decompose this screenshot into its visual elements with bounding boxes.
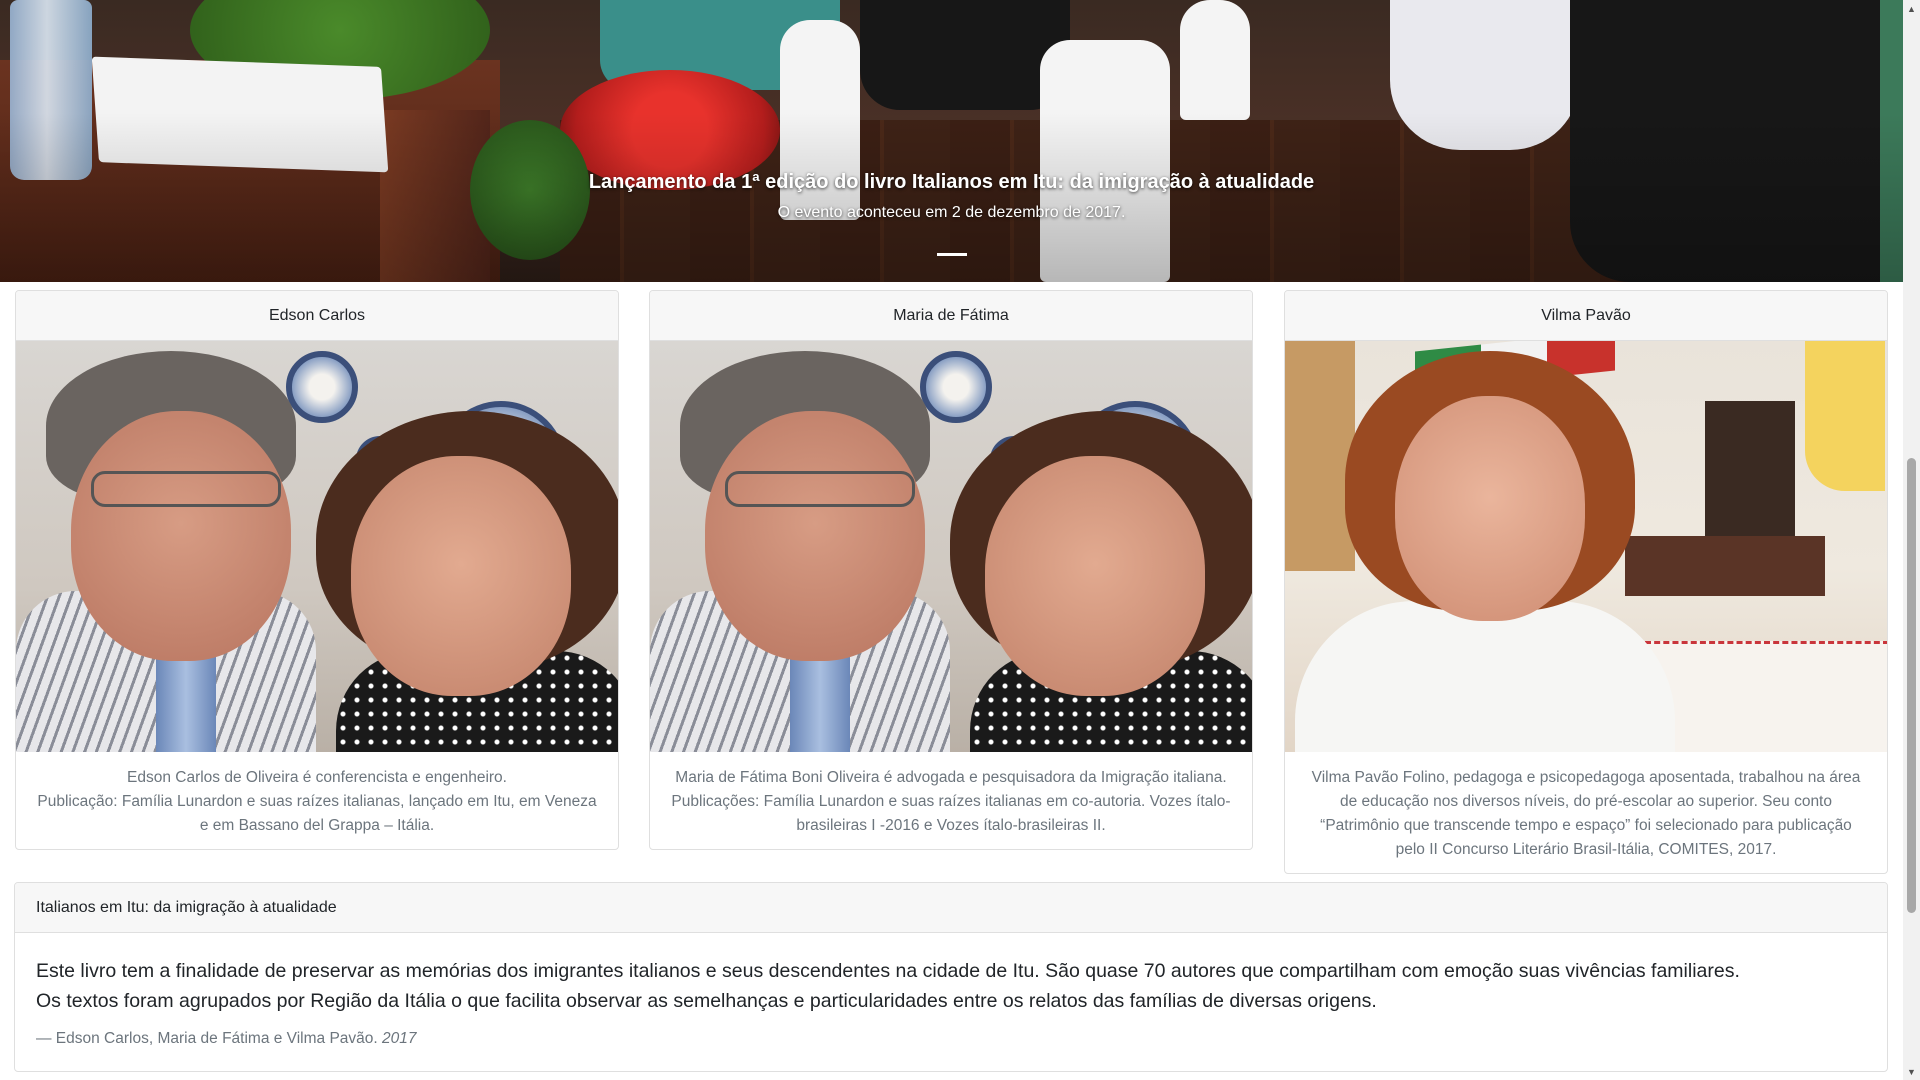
book-quote: Este livro tem a finalidade de preservar…: [36, 956, 1866, 1016]
book-card-header: Italianos em Itu: da imigração à atualid…: [15, 883, 1887, 933]
card-header: Edson Carlos: [16, 291, 618, 341]
author-bio: Edson Carlos de Oliveira é conferencista…: [16, 752, 618, 849]
carousel-caption-subtitle: O evento aconteceu em 2 de dezembro de 2…: [777, 204, 1126, 221]
book-card-body: Este livro tem a finalidade de preservar…: [15, 933, 1887, 1048]
author-bio: Vilma Pavão Folino, pedagoga e psicopeda…: [1285, 752, 1887, 873]
carousel-indicator[interactable]: [937, 253, 967, 256]
card-header: Vilma Pavão: [1285, 291, 1887, 341]
scroll-down-arrow-icon[interactable]: ▼: [1903, 1063, 1920, 1080]
page-scrollbar[interactable]: ▲ ▼: [1903, 0, 1920, 1080]
author-card-vilma: Vilma Pavão Vilma Pavão Folino, pedagoga…: [1284, 290, 1888, 874]
author-bio-line: “Patrimônio que transcende tempo e espaç…: [1320, 817, 1852, 834]
author-bio: Maria de Fátima Boni Oliveira é advogada…: [650, 752, 1252, 849]
book-card: Italianos em Itu: da imigração à atualid…: [14, 882, 1888, 1072]
author-bio-line: Vilma Pavão Folino, pedagoga e psicopeda…: [1311, 769, 1861, 786]
book-quote-attribution: — Edson Carlos, Maria de Fátima e Vilma …: [36, 1030, 378, 1047]
author-bio-line: Edson Carlos de Oliveira é conferencista…: [127, 769, 507, 786]
book-quote-footer: — Edson Carlos, Maria de Fátima e Vilma …: [36, 1030, 1866, 1048]
hero-carousel[interactable]: Lançamento da 1ª edição do livro Italian…: [0, 0, 1903, 282]
carousel-overlay: [0, 0, 1903, 282]
book-quote-line: Os textos foram agrupados por Região da …: [36, 990, 1377, 1012]
author-card-edson: Edson Carlos Edson Carlos de Oliveira é …: [15, 290, 619, 850]
carousel-caption-title: Lançamento da 1ª edição do livro Italian…: [588, 171, 1315, 193]
book-quote-line: Este livro tem a finalidade de preservar…: [36, 960, 1740, 982]
author-photo: [650, 341, 1252, 752]
author-bio-line: brasileiras I -2016 e Vozes ítalo-brasil…: [796, 817, 1106, 834]
author-bio-line: pelo II Concurso Literário Brasil-Itália…: [1395, 841, 1777, 858]
book-quote-year: 2017: [382, 1030, 417, 1047]
author-bio-line: e em Bassano del Grappa – Itália.: [199, 817, 435, 834]
author-bio-line: Publicações: Família Lunardon e suas raí…: [671, 793, 1231, 810]
page: Lançamento da 1ª edição do livro Italian…: [0, 0, 1920, 1080]
author-card-maria: Maria de Fátima Maria de Fátima Boni Oli…: [649, 290, 1253, 850]
card-header: Maria de Fátima: [650, 291, 1252, 341]
author-bio-line: Publicação: Família Lunardon e suas raíz…: [37, 793, 597, 810]
author-photo: [1285, 341, 1887, 752]
author-photo: [16, 341, 618, 752]
author-bio-line: de educação nos diversos níveis, do pré-…: [1340, 793, 1832, 810]
author-bio-line: Maria de Fátima Boni Oliveira é advogada…: [675, 769, 1227, 786]
scrollbar-thumb[interactable]: [1907, 458, 1916, 913]
scroll-up-arrow-icon[interactable]: ▲: [1903, 0, 1920, 17]
